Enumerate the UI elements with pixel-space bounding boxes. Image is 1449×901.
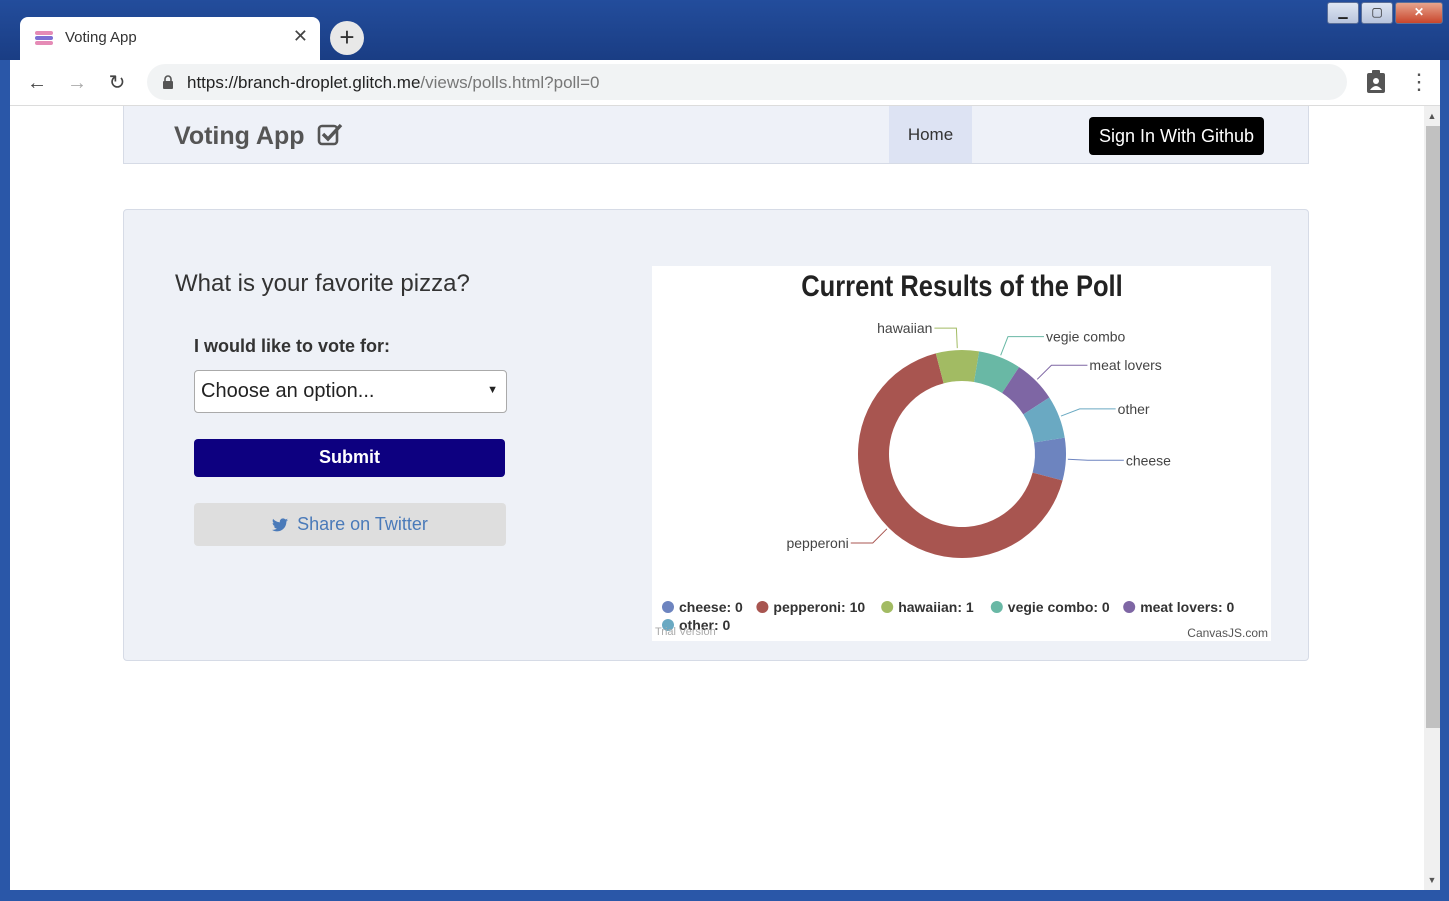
legend-item-hawaiian[interactable]: hawaiian: 1 [898,599,974,615]
legend-item-meat-lovers[interactable]: meat lovers: 0 [1140,599,1234,615]
kebab-menu-icon[interactable]: ⋮ [1408,68,1430,96]
page-viewport: Voting App Home Sign In With Github What… [10,106,1424,890]
legend-marker [756,601,769,613]
legend-marker [881,601,894,613]
nav-home-link[interactable]: Home [889,106,972,163]
window-border-left [0,60,10,890]
forward-arrow-icon[interactable]: → [62,68,92,98]
legend-marker [1123,601,1136,613]
chart-credit[interactable]: CanvasJS.com [1187,626,1268,640]
back-arrow-icon[interactable]: ← [22,68,52,98]
legend-item-vegie-combo[interactable]: vegie combo: 0 [1008,599,1110,615]
twitter-icon [272,518,289,532]
app-favicon-icon [35,31,53,45]
browser-tab[interactable]: Voting App ✕ [20,17,320,60]
callout-line [1067,458,1124,461]
slice-label-cheese: cheese [1126,452,1171,468]
callout-line [1000,336,1044,356]
poll-results-chart: Current Results of the Poll cheese pepper… [652,266,1271,641]
url-host: https://branch-droplet.glitch.me [187,73,421,92]
scroll-down-icon[interactable]: ▼ [1424,872,1440,888]
window-border-bottom [0,890,1449,901]
browser-toolbar: ← → ↻ https://branch-droplet.glitch.me/v… [10,60,1440,106]
select-value: Choose an option... [201,380,375,402]
extension-badge-icon[interactable] [1365,69,1387,95]
donut-slices [858,350,1066,558]
callout-line [1036,364,1088,380]
slice-label-meat-lovers: meat lovers [1089,357,1161,373]
slice-label-pepperoni: pepperoni [786,535,848,551]
share-label: Share on Twitter [297,514,428,534]
submit-button[interactable]: Submit [194,439,505,477]
chart-canvas: Current Results of the Poll cheese pepper… [655,269,1268,640]
legend-marker [662,601,674,613]
chart-title: Current Results of the Poll [801,269,1122,302]
tab-close-icon[interactable]: ✕ [293,26,308,47]
poll-panel: What is your favorite pizza? I would lik… [123,209,1309,661]
share-twitter-button[interactable]: Share on Twitter [194,503,506,546]
slice-label-other: other [1118,401,1150,417]
callout-line [1060,408,1116,417]
brand[interactable]: Voting App [174,122,343,151]
scroll-up-icon[interactable]: ▲ [1424,108,1440,124]
chart-watermark: Trial Version [655,626,716,638]
site-navbar: Voting App Home Sign In With Github [123,106,1309,164]
window-titlebar: Voting App ✕ + ▁ ▢ ✕ [0,0,1449,60]
close-window-button[interactable]: ✕ [1395,2,1443,24]
brand-text: Voting App [174,122,305,150]
caret-down-icon: ▼ [487,384,498,396]
chart-legend: cheese: 0 pepperoni: 10 hawaiian: 1 vegie c… [662,599,1235,633]
vote-option-select[interactable]: Choose an option... ▼ [194,370,507,413]
sign-in-github-button[interactable]: Sign In With Github [1089,117,1264,155]
poll-question: What is your favorite pizza? [175,270,470,297]
maximize-button[interactable]: ▢ [1361,2,1393,24]
callout-line [850,528,888,544]
scroll-thumb[interactable] [1426,126,1440,728]
new-tab-button[interactable]: + [330,21,364,55]
legend-marker [990,601,1003,613]
slice-label-hawaiian: hawaiian [877,320,932,336]
vertical-scrollbar[interactable]: ▲ ▼ [1424,106,1440,890]
reload-icon[interactable]: ↻ [102,68,132,98]
minimize-button[interactable]: ▁ [1327,2,1359,24]
url-text[interactable]: https://branch-droplet.glitch.me/views/p… [187,73,599,93]
legend-item-pepperoni[interactable]: pepperoni: 10 [773,599,865,615]
callout-line [934,327,958,349]
slice-label-vegie-combo: vegie combo [1046,329,1126,345]
address-bar[interactable]: https://branch-droplet.glitch.me/views/p… [147,64,1347,100]
url-path: /views/polls.html?poll=0 [420,73,600,92]
window-controls: ▁ ▢ ✕ [1325,2,1443,24]
legend-item-cheese[interactable]: cheese: 0 [679,599,743,615]
vote-label: I would like to vote for: [194,336,391,356]
check-square-icon [318,123,343,146]
tab-title: Voting App [65,29,137,46]
window-border-right [1440,60,1449,890]
lock-icon [163,75,173,89]
